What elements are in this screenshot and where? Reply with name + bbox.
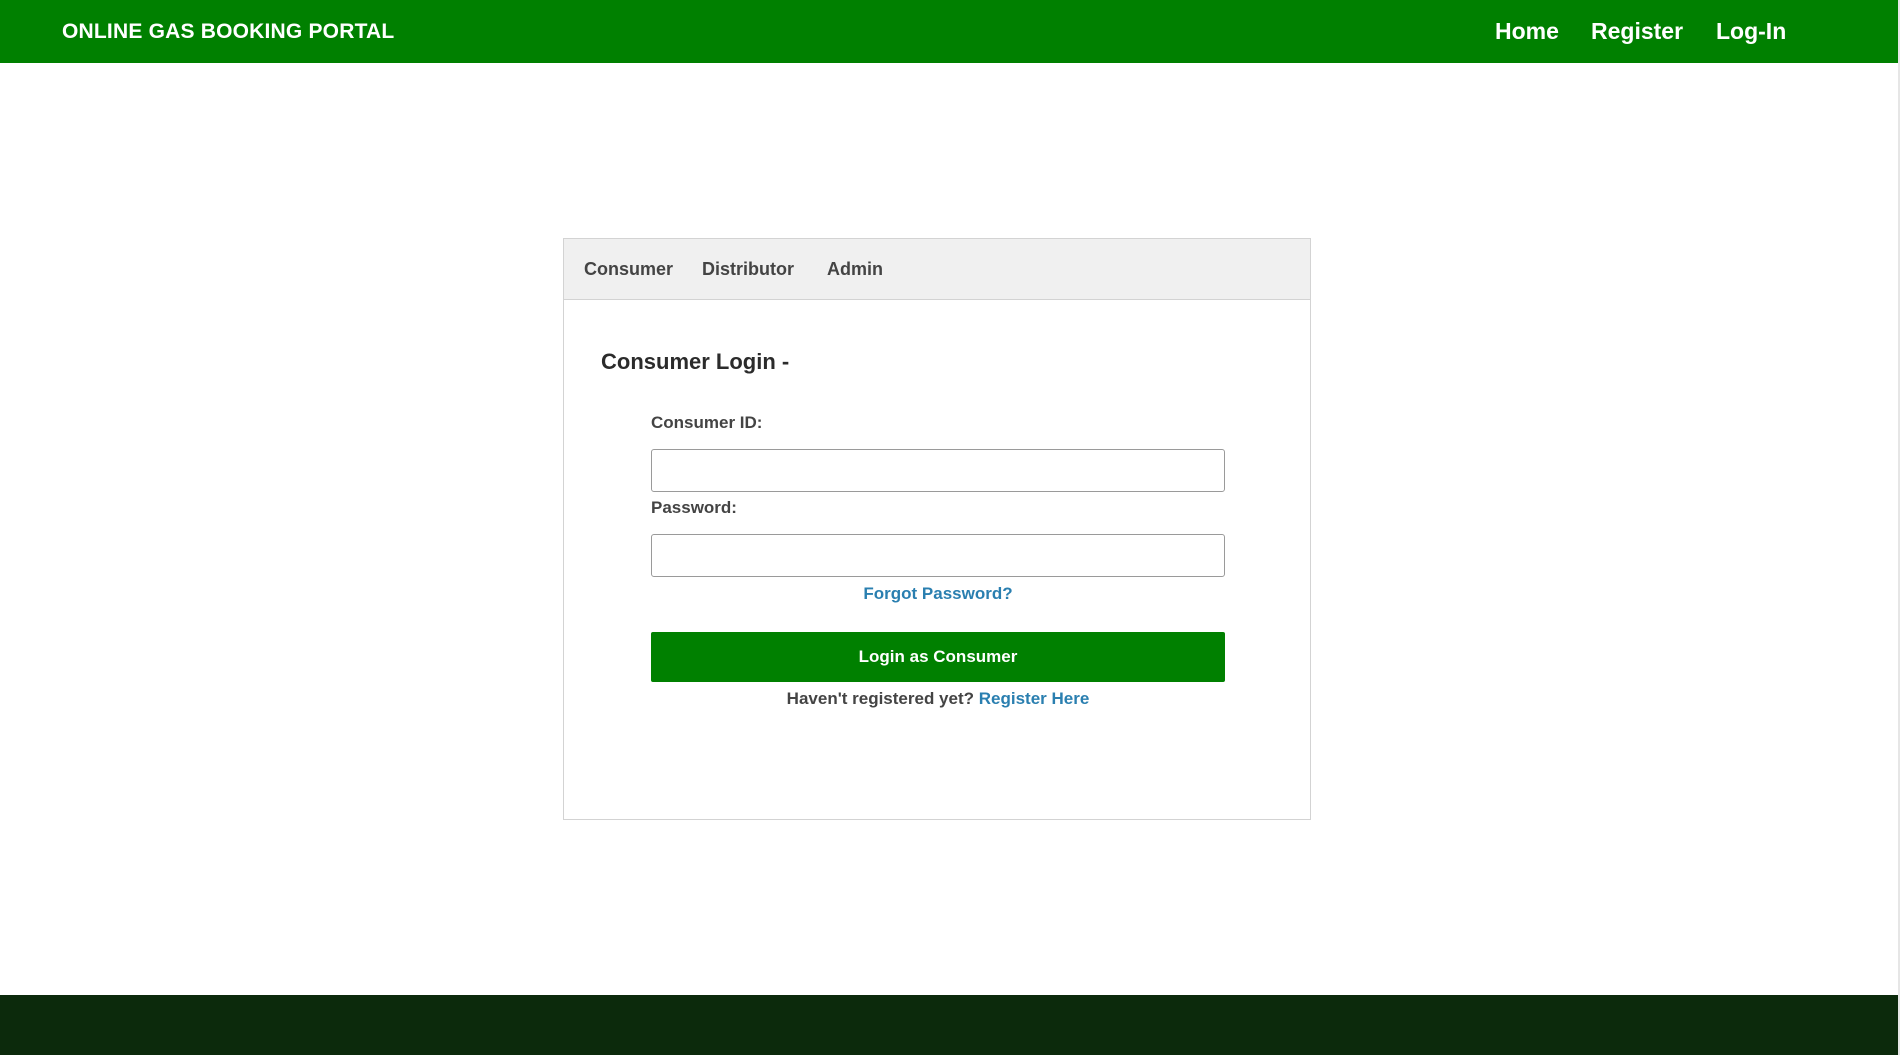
- page: ONLINE GAS BOOKING PORTAL Home Register …: [0, 0, 1900, 1055]
- register-prompt-text: Haven't registered yet?: [786, 689, 975, 708]
- nav-login-link[interactable]: Log-In: [1716, 0, 1786, 63]
- form-title: Consumer Login -: [601, 349, 790, 374]
- register-here-link[interactable]: Register Here: [979, 689, 1090, 708]
- tab-distributor[interactable]: Distributor: [702, 239, 794, 299]
- tab-consumer[interactable]: Consumer: [584, 239, 673, 299]
- top-navbar: ONLINE GAS BOOKING PORTAL Home Register …: [0, 0, 1900, 63]
- forgot-password-link[interactable]: Forgot Password?: [651, 584, 1225, 604]
- tab-admin[interactable]: Admin: [827, 239, 883, 299]
- footer: [0, 995, 1898, 1055]
- login-as-consumer-button[interactable]: Login as Consumer: [651, 632, 1225, 682]
- password-input[interactable]: [651, 534, 1225, 577]
- site-brand[interactable]: ONLINE GAS BOOKING PORTAL: [62, 0, 394, 63]
- login-card: Consumer Distributor Admin Consumer Logi…: [563, 238, 1311, 820]
- password-label: Password:: [651, 498, 737, 517]
- nav-home-link[interactable]: Home: [1495, 0, 1559, 63]
- consumer-id-input[interactable]: [651, 449, 1225, 492]
- login-type-tabs: Consumer Distributor Admin: [564, 239, 1310, 300]
- consumer-id-label: Consumer ID:: [651, 413, 763, 432]
- nav-register-link[interactable]: Register: [1591, 0, 1683, 63]
- register-prompt: Haven't registered yet? Register Here: [651, 684, 1225, 714]
